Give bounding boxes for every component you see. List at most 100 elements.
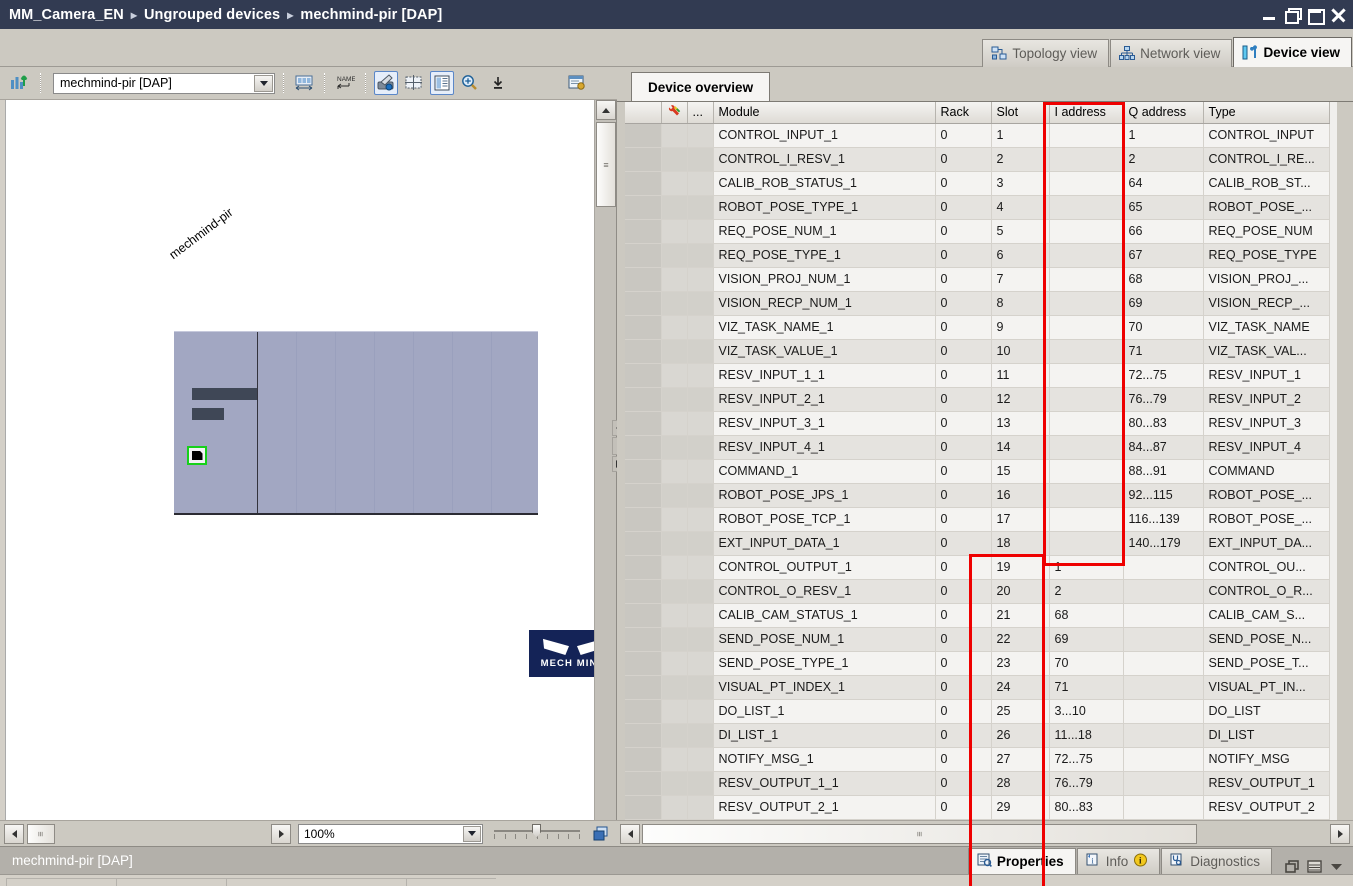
cell-slot[interactable]: 24 <box>991 675 1049 699</box>
column-header-more[interactable]: ... <box>687 102 713 123</box>
cell-rack[interactable]: 0 <box>935 411 991 435</box>
table-row[interactable]: VIZ_TASK_VALUE_101071VIZ_TASK_VAL... <box>625 339 1329 363</box>
cell-module[interactable]: DI_LIST_1 <box>713 723 935 747</box>
table-row[interactable]: RESV_INPUT_4_101484...87RESV_INPUT_4 <box>625 435 1329 459</box>
table-row[interactable]: VIZ_TASK_NAME_10970VIZ_TASK_NAME <box>625 315 1329 339</box>
cell-i-address[interactable] <box>1049 531 1123 555</box>
zoom-slider[interactable] <box>494 824 580 844</box>
cell-q-address[interactable] <box>1123 771 1203 795</box>
cell-q-address[interactable]: 140...179 <box>1123 531 1203 555</box>
cell-type[interactable]: RESV_INPUT_4 <box>1203 435 1329 459</box>
cell-i-address[interactable]: 76...79 <box>1049 771 1123 795</box>
table-row[interactable]: CONTROL_INPUT_1011CONTROL_INPUT <box>625 123 1329 147</box>
cell-slot[interactable]: 27 <box>991 747 1049 771</box>
device-selector-combobox[interactable]: mechmind-pir [DAP] <box>53 73 275 94</box>
cell-type[interactable]: VISUAL_PT_IN... <box>1203 675 1329 699</box>
cell-q-address[interactable] <box>1123 603 1203 627</box>
cell-slot[interactable]: 5 <box>991 219 1049 243</box>
cell-type[interactable]: RESV_INPUT_1 <box>1203 363 1329 387</box>
cell-module[interactable]: VIZ_TASK_VALUE_1 <box>713 339 935 363</box>
cell-module[interactable]: RESV_OUTPUT_2_1 <box>713 795 935 819</box>
cell-i-address[interactable] <box>1049 411 1123 435</box>
cell-rack[interactable]: 0 <box>935 531 991 555</box>
cell-rack[interactable]: 0 <box>935 147 991 171</box>
cell-rack[interactable]: 0 <box>935 195 991 219</box>
cell-rack[interactable]: 0 <box>935 483 991 507</box>
cell-rack[interactable]: 0 <box>935 267 991 291</box>
hscroll-thumb[interactable]: ≡ <box>27 824 55 844</box>
cell-module[interactable]: DO_LIST_1 <box>713 699 935 723</box>
cell-q-address[interactable]: 69 <box>1123 291 1203 315</box>
table-row[interactable]: CALIB_ROB_STATUS_10364CALIB_ROB_ST... <box>625 171 1329 195</box>
cell-type[interactable]: DI_LIST <box>1203 723 1329 747</box>
print-preview-icon[interactable] <box>565 71 589 95</box>
tab-properties[interactable]: Properties <box>968 848 1076 874</box>
maximize-icon[interactable] <box>1308 8 1322 22</box>
cell-rack[interactable]: 0 <box>935 315 991 339</box>
table-row[interactable]: SEND_POSE_TYPE_102370SEND_POSE_T... <box>625 651 1329 675</box>
cell-slot[interactable]: 19 <box>991 555 1049 579</box>
cell-rack[interactable]: 0 <box>935 339 991 363</box>
cell-rack[interactable]: 0 <box>935 627 991 651</box>
table-row[interactable]: RESV_INPUT_1_101172...75RESV_INPUT_1 <box>625 363 1329 387</box>
cell-slot[interactable]: 9 <box>991 315 1049 339</box>
cell-i-address[interactable] <box>1049 171 1123 195</box>
table-row[interactable]: ROBOT_POSE_TCP_1017116...139ROBOT_POSE_.… <box>625 507 1329 531</box>
cell-module[interactable]: CONTROL_I_RESV_1 <box>713 147 935 171</box>
table-row[interactable]: DI_LIST_102611...18DI_LIST <box>625 723 1329 747</box>
cell-q-address[interactable]: 72...75 <box>1123 363 1203 387</box>
device-overview-table-container[interactable]: ... Module Rack Slot I address Q address… <box>625 102 1337 867</box>
table-row[interactable]: RESV_INPUT_3_101380...83RESV_INPUT_3 <box>625 411 1329 435</box>
cell-rack[interactable]: 0 <box>935 699 991 723</box>
scroll-up-button[interactable] <box>596 100 616 120</box>
column-header-i-address[interactable]: I address <box>1049 102 1123 123</box>
device-selector-dropdown-arrow[interactable] <box>254 75 273 92</box>
cell-slot[interactable]: 21 <box>991 603 1049 627</box>
table-row[interactable]: VISION_PROJ_NUM_10768VISION_PROJ_... <box>625 267 1329 291</box>
cell-slot[interactable]: 18 <box>991 531 1049 555</box>
cell-q-address[interactable] <box>1123 699 1203 723</box>
tab-device-view[interactable]: Device view <box>1233 37 1352 67</box>
cell-type[interactable]: RESV_OUTPUT_2 <box>1203 795 1329 819</box>
table-row[interactable]: CALIB_CAM_STATUS_102168CALIB_CAM_S... <box>625 603 1329 627</box>
zoom-icon[interactable] <box>458 71 482 95</box>
cell-i-address[interactable] <box>1049 267 1123 291</box>
cell-type[interactable]: CALIB_ROB_ST... <box>1203 171 1329 195</box>
hscroll-track[interactable] <box>58 824 268 843</box>
hscroll-left-button[interactable] <box>4 824 24 844</box>
cell-type[interactable]: CONTROL_OU... <box>1203 555 1329 579</box>
breadcrumb-item-device[interactable]: mechmind-pir [DAP] <box>300 7 442 23</box>
cell-slot[interactable]: 10 <box>991 339 1049 363</box>
cell-module[interactable]: RESV_INPUT_4_1 <box>713 435 935 459</box>
cell-slot[interactable]: 6 <box>991 243 1049 267</box>
cell-rack[interactable]: 0 <box>935 387 991 411</box>
maximize-pane-icon[interactable] <box>1307 860 1322 874</box>
cell-type[interactable]: ROBOT_POSE_... <box>1203 507 1329 531</box>
table-row[interactable]: RESV_OUTPUT_2_102980...83RESV_OUTPUT_2 <box>625 795 1329 819</box>
cell-rack[interactable]: 0 <box>935 435 991 459</box>
cell-type[interactable]: SEND_POSE_N... <box>1203 627 1329 651</box>
cell-slot[interactable]: 22 <box>991 627 1049 651</box>
cell-type[interactable]: VISION_PROJ_... <box>1203 267 1329 291</box>
cell-i-address[interactable] <box>1049 123 1123 147</box>
cell-module[interactable]: VISUAL_PT_INDEX_1 <box>713 675 935 699</box>
table-row[interactable]: VISION_RECP_NUM_10869VISION_RECP_... <box>625 291 1329 315</box>
cell-q-address[interactable]: 65 <box>1123 195 1203 219</box>
cell-slot[interactable]: 3 <box>991 171 1049 195</box>
table-row[interactable]: CONTROL_I_RESV_1022CONTROL_I_RE... <box>625 147 1329 171</box>
table-row[interactable]: SEND_POSE_NUM_102269SEND_POSE_N... <box>625 627 1329 651</box>
cell-module[interactable]: SEND_POSE_NUM_1 <box>713 627 935 651</box>
cell-i-address[interactable]: 71 <box>1049 675 1123 699</box>
cell-i-address[interactable] <box>1049 435 1123 459</box>
cell-q-address[interactable]: 80...83 <box>1123 411 1203 435</box>
table-row[interactable]: NOTIFY_MSG_102772...75NOTIFY_MSG <box>625 747 1329 771</box>
grid-icon[interactable] <box>402 71 426 95</box>
cell-i-address[interactable] <box>1049 507 1123 531</box>
close-icon[interactable] <box>1331 8 1347 22</box>
cell-module[interactable]: VISION_RECP_NUM_1 <box>713 291 935 315</box>
cell-slot[interactable]: 15 <box>991 459 1049 483</box>
cell-type[interactable]: VIZ_TASK_NAME <box>1203 315 1329 339</box>
cell-q-address[interactable] <box>1123 627 1203 651</box>
cell-q-address[interactable]: 70 <box>1123 315 1203 339</box>
cell-q-address[interactable]: 66 <box>1123 219 1203 243</box>
